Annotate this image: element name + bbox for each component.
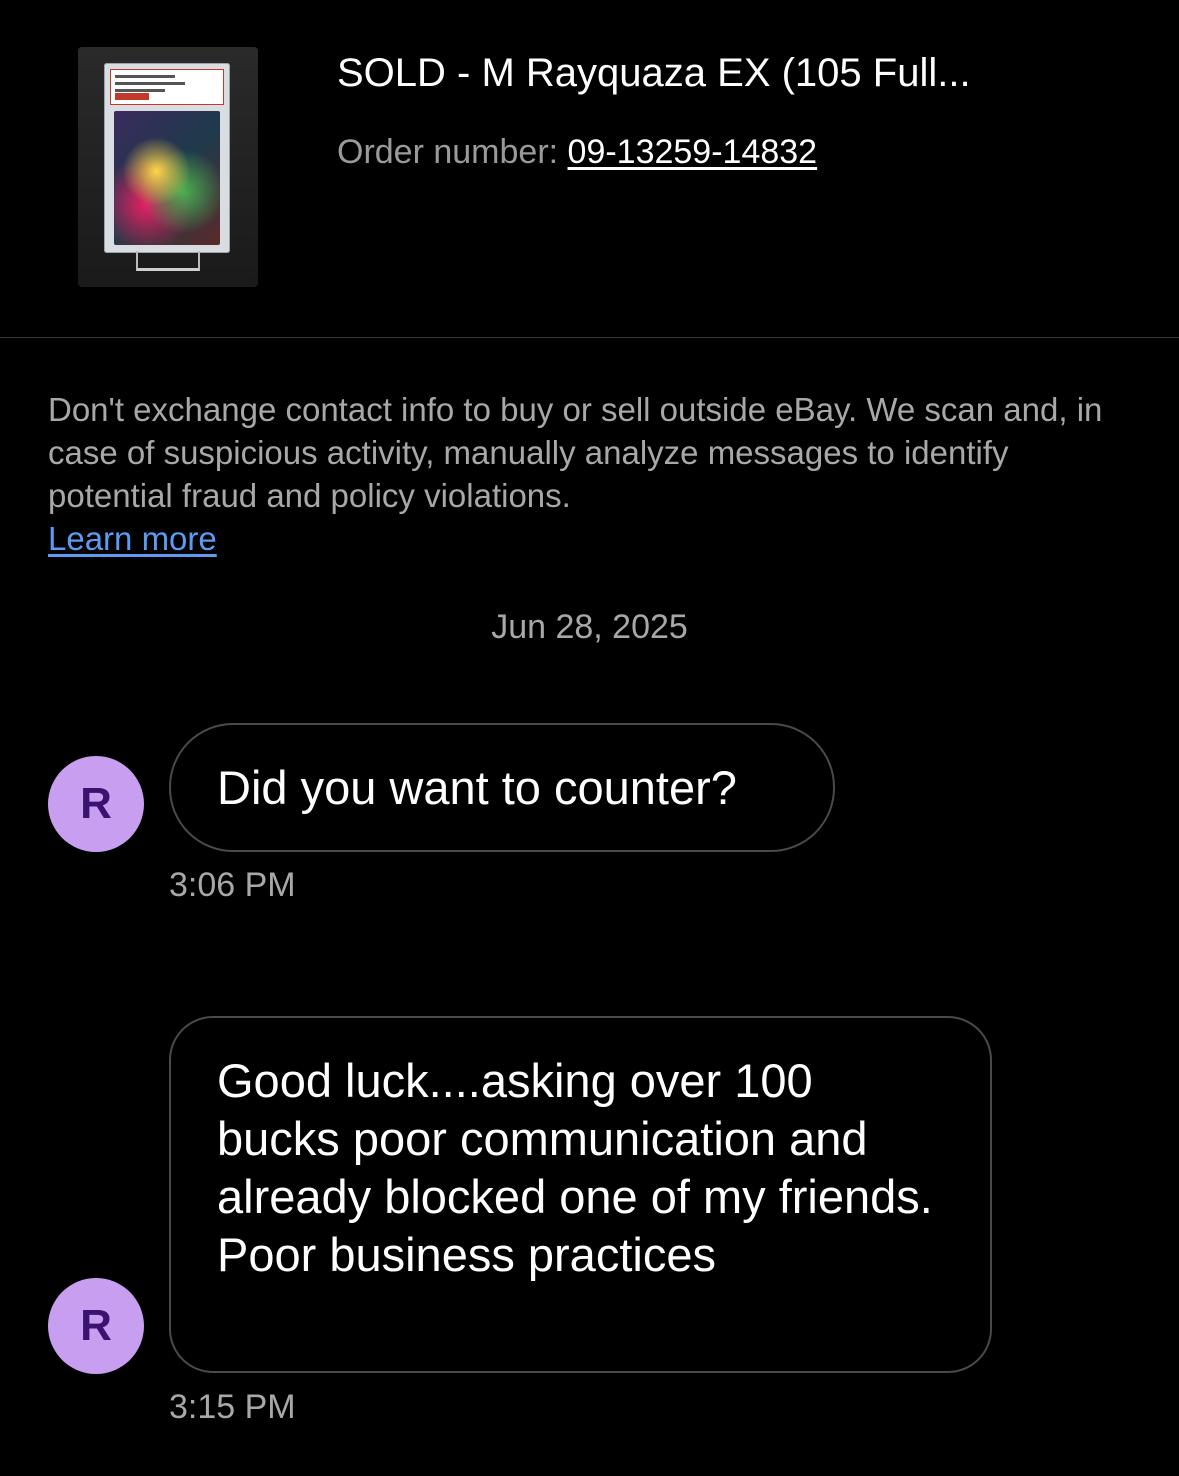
label-line bbox=[115, 82, 185, 85]
label-line bbox=[115, 89, 165, 92]
card-artwork bbox=[114, 111, 220, 245]
message-timestamp: 3:06 PM bbox=[169, 866, 296, 904]
message-bubble[interactable]: Good luck....asking over 100 bucks poor … bbox=[169, 1016, 992, 1373]
item-thumbnail[interactable] bbox=[78, 47, 258, 287]
avatar[interactable]: R bbox=[48, 756, 144, 852]
learn-more-link[interactable]: Learn more bbox=[48, 520, 217, 557]
display-stand bbox=[136, 251, 200, 271]
safety-notice: Don't exchange contact info to buy or se… bbox=[48, 388, 1138, 560]
grading-logo bbox=[115, 93, 149, 100]
order-number-link[interactable]: 09-13259-14832 bbox=[568, 133, 818, 171]
label-line bbox=[115, 75, 175, 78]
date-separator: Jun 28, 2025 bbox=[491, 608, 688, 646]
listing-header: SOLD - M Rayquaza EX (105 Full... Order … bbox=[0, 0, 1179, 338]
message-timestamp: 3:15 PM bbox=[169, 1388, 296, 1426]
safety-notice-text: Don't exchange contact info to buy or se… bbox=[48, 391, 1103, 514]
item-title[interactable]: SOLD - M Rayquaza EX (105 Full... bbox=[337, 50, 971, 96]
avatar[interactable]: R bbox=[48, 1278, 144, 1374]
order-number-row: Order number: 09-13259-14832 bbox=[337, 132, 817, 172]
message-bubble[interactable]: Did you want to counter? bbox=[169, 723, 835, 852]
grading-label bbox=[110, 69, 224, 105]
graded-card-slab-image bbox=[104, 63, 230, 253]
order-number-label: Order number: bbox=[337, 133, 568, 171]
